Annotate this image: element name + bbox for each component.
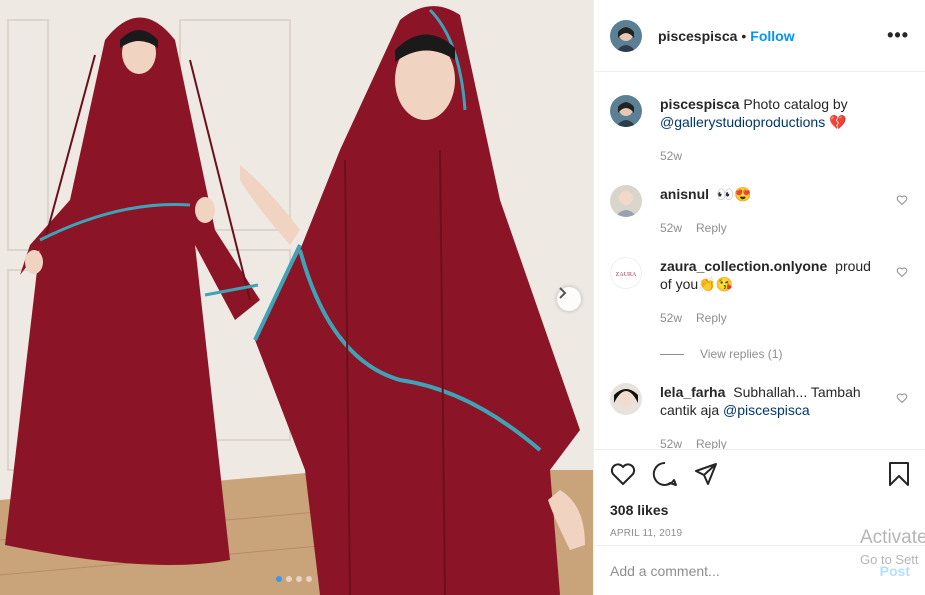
comment-item: lela_farha Subhallah... Tambah cantik aj… bbox=[610, 383, 910, 449]
like-comment-button[interactable] bbox=[896, 193, 908, 211]
comment-button[interactable] bbox=[652, 461, 678, 487]
heart-outline-icon bbox=[896, 393, 908, 404]
paper-plane-icon bbox=[695, 463, 717, 485]
comment-text: lela_farha Subhallah... Tambah cantik aj… bbox=[660, 383, 882, 419]
heart-outline-icon bbox=[896, 267, 908, 278]
like-button[interactable] bbox=[610, 462, 636, 486]
zaura-logo-icon: ZAURA bbox=[611, 258, 641, 288]
comment-bubble-icon bbox=[652, 461, 677, 486]
pagination-dot bbox=[296, 576, 302, 582]
timestamp[interactable]: 52w bbox=[660, 149, 682, 163]
timestamp[interactable]: 52w bbox=[660, 311, 682, 325]
chevron-right-icon bbox=[559, 287, 567, 299]
action-bar bbox=[610, 458, 910, 490]
share-button[interactable] bbox=[694, 462, 718, 486]
profile-avatar-icon bbox=[610, 19, 642, 52]
broken-heart-emoji: 💔 bbox=[829, 114, 847, 130]
caption-text: piscespisca Photo catalog by @gallerystud… bbox=[660, 95, 882, 131]
comment-body: 👀😍 bbox=[716, 186, 752, 202]
like-comment-button[interactable] bbox=[896, 265, 908, 283]
bookmark-icon bbox=[889, 462, 909, 486]
avatar[interactable] bbox=[610, 383, 642, 415]
pagination-dot bbox=[306, 576, 312, 582]
image-pagination-dots bbox=[276, 576, 312, 582]
like-comment-button[interactable] bbox=[896, 391, 908, 409]
timestamp[interactable]: 52w bbox=[660, 221, 682, 235]
separator-dot: • bbox=[741, 27, 747, 44]
pagination-dot bbox=[286, 576, 292, 582]
post-image bbox=[0, 0, 593, 595]
comment-username[interactable]: lela_farha bbox=[660, 384, 725, 400]
zaura-logo-text: ZAURA bbox=[616, 272, 637, 278]
more-options-icon[interactable]: ••• bbox=[887, 25, 909, 46]
caption-username[interactable]: piscespisca bbox=[660, 96, 739, 112]
post-header: piscespisca • Follow ••• bbox=[594, 0, 925, 72]
comment-text: zaura_collection.onlyone proud of you👏😘 bbox=[660, 257, 882, 293]
profile-avatar-icon bbox=[610, 185, 642, 217]
post-author-username[interactable]: piscespisca bbox=[658, 28, 737, 44]
windows-activation-subtext: Go to Sett bbox=[860, 552, 919, 567]
reply-button[interactable]: Reply bbox=[696, 311, 727, 325]
comment-meta: 52w Reply bbox=[660, 221, 882, 235]
reply-button[interactable]: Reply bbox=[696, 221, 727, 235]
divider-line bbox=[660, 353, 684, 355]
windows-activation-watermark: Activate bbox=[860, 527, 925, 548]
comment-username[interactable]: zaura_collection.onlyone bbox=[660, 258, 827, 274]
comment-meta: 52w Reply bbox=[660, 437, 882, 449]
comment-input[interactable] bbox=[610, 562, 880, 579]
follow-button[interactable]: Follow bbox=[750, 28, 794, 44]
comments-list[interactable]: piscespisca Photo catalog by @gallerystud… bbox=[594, 73, 925, 449]
profile-avatar-icon bbox=[610, 383, 642, 415]
save-button[interactable] bbox=[888, 461, 910, 487]
product-photo bbox=[0, 0, 593, 595]
avatar[interactable] bbox=[610, 95, 642, 127]
caption-body: Photo catalog by bbox=[743, 96, 848, 112]
comment-username[interactable]: anisnul bbox=[660, 186, 709, 202]
post-actions: 308 likes APRIL 11, 2019 bbox=[594, 449, 925, 539]
profile-avatar-icon bbox=[610, 95, 642, 127]
avatar[interactable] bbox=[610, 19, 642, 52]
comment-item: ZAURA zaura_collection.onlyone proud of … bbox=[610, 257, 910, 325]
caption-meta: 52w bbox=[660, 149, 882, 163]
heart-outline-icon bbox=[896, 195, 908, 206]
reply-button[interactable]: Reply bbox=[696, 437, 727, 449]
post-side-panel: piscespisca • Follow ••• piscespisca Phot… bbox=[593, 0, 925, 595]
caption: piscespisca Photo catalog by @gallerystud… bbox=[610, 95, 910, 163]
avatar[interactable] bbox=[610, 185, 642, 217]
likes-count[interactable]: 308 likes bbox=[610, 502, 910, 518]
heart-icon bbox=[610, 463, 636, 485]
timestamp[interactable]: 52w bbox=[660, 437, 682, 449]
view-replies-label: View replies (1) bbox=[700, 347, 783, 361]
comment-mention[interactable]: @piscespisca bbox=[723, 402, 810, 418]
view-replies-button[interactable]: View replies (1) bbox=[660, 347, 910, 361]
avatar[interactable]: ZAURA bbox=[610, 257, 642, 289]
comment-text: anisnul 👀😍 bbox=[660, 185, 882, 203]
next-image-button[interactable] bbox=[557, 287, 581, 311]
caption-mention[interactable]: @gallerystudioproductions bbox=[660, 114, 825, 130]
comment-item: anisnul 👀😍 52w Reply bbox=[610, 185, 910, 235]
comment-meta: 52w Reply bbox=[660, 311, 882, 325]
pagination-dot bbox=[276, 576, 282, 582]
